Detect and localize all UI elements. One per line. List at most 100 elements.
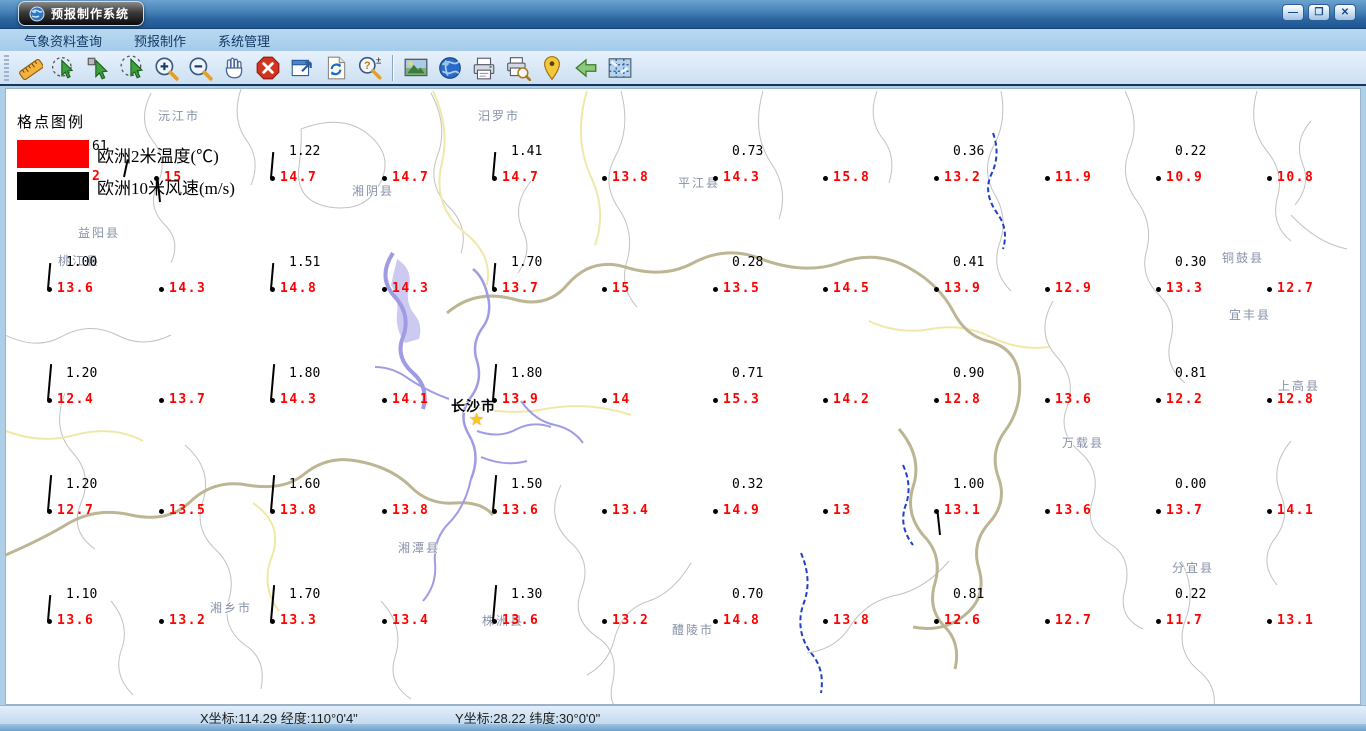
marker-icon: [544, 55, 560, 80]
image-tool-button[interactable]: [400, 53, 432, 83]
station-dot: [1267, 398, 1272, 403]
close-button[interactable]: ✕: [1334, 4, 1356, 21]
wind-speed-value: 0.81: [1175, 366, 1207, 381]
temperature-value: 13.3: [1166, 281, 1204, 296]
temperature-value: 13.6: [57, 613, 95, 628]
temperature-value: 14.7: [502, 170, 540, 185]
wind-speed-value: 0.00: [1175, 477, 1207, 492]
place-label: 铜鼓县: [1222, 251, 1265, 265]
minimize-button[interactable]: —: [1282, 4, 1304, 21]
refresh-tool-button[interactable]: [320, 53, 352, 83]
temperature-value: 13.8: [612, 170, 650, 185]
station-dot: [602, 509, 607, 514]
identify-tool-button[interactable]: ? ±: [354, 53, 386, 83]
station-dot: [602, 287, 607, 292]
legend-title: 格点图例: [17, 115, 86, 131]
temperature-value: 13.4: [392, 613, 430, 628]
app-tab[interactable]: 预报制作系统: [18, 1, 145, 26]
toolbar-grip[interactable]: [4, 54, 9, 81]
station-dot: [713, 398, 718, 403]
stop-tool-button[interactable]: [252, 53, 284, 83]
select-lasso-tool-button[interactable]: [116, 53, 148, 83]
window-controls: — ❐ ✕: [1282, 4, 1356, 21]
print-preview-icon: [507, 56, 531, 81]
legend-item-temperature: 欧洲2米温度(℃): [17, 140, 235, 168]
print-preview-tool-button[interactable]: [502, 53, 534, 83]
temperature-value: 12.8: [944, 392, 982, 407]
zoom-in-icon: [155, 56, 179, 81]
stop-icon: [256, 56, 280, 79]
pan-icon: [225, 57, 243, 78]
place-label: 湘潭县: [398, 541, 441, 555]
temperature-value: 15: [612, 281, 631, 296]
temperature-value: 14.1: [1277, 503, 1315, 518]
back-icon: [575, 57, 597, 78]
wind-speed-value: 1.20: [66, 366, 98, 381]
window-frame-bottom: [0, 724, 1366, 731]
station-dot: [1267, 287, 1272, 292]
temperature-value: 12.8: [1277, 392, 1315, 407]
back-tool-button[interactable]: [570, 53, 602, 83]
temperature-value: 14.3: [723, 170, 761, 185]
menu-item-0[interactable]: 气象资料查询: [8, 31, 118, 50]
globe-tool-button[interactable]: [434, 53, 466, 83]
legend-item-wind: 欧洲10米风速(m/s): [17, 172, 235, 200]
wind-speed-value: 0.36: [953, 144, 985, 159]
wind-speed-value: 1.80: [289, 366, 321, 381]
wind-speed-value: 0.70: [732, 587, 764, 602]
legend-label-wind: 欧洲10米风速(m/s): [97, 178, 235, 198]
identify-icon: ? ±: [358, 55, 382, 79]
statusbar: X坐标:114.29 经度:110°0'4" Y坐标:28.22 纬度:30°0…: [0, 705, 1366, 726]
station-dot: [1156, 509, 1161, 514]
titlebar: 预报制作系统 — ❐ ✕: [0, 0, 1366, 29]
grid-map-tool-button[interactable]: [604, 53, 636, 83]
temperature-value: 14.8: [723, 613, 761, 628]
legend-label-temperature: 欧洲2米温度(℃): [97, 146, 219, 166]
city-star-icon: ★: [469, 410, 485, 429]
ruler-tool-button[interactable]: [14, 53, 46, 83]
restore-button[interactable]: ❐: [1308, 4, 1330, 21]
select-area-tool-button[interactable]: [48, 53, 80, 83]
station-dot: [47, 398, 52, 403]
station-dot: [382, 509, 387, 514]
temperature-value: 11.9: [1055, 170, 1093, 185]
wind-speed-value: 0.32: [732, 477, 764, 492]
menu-item-2[interactable]: 系统管理: [202, 31, 286, 50]
window-export-tool-button[interactable]: [286, 53, 318, 83]
svg-text:±: ±: [376, 55, 382, 66]
wind-swatch: [17, 172, 89, 200]
place-label: 湘乡市: [210, 601, 253, 615]
place-label: 万载县: [1062, 436, 1105, 450]
station-dot: [934, 619, 939, 624]
restore-icon: ❐: [1314, 6, 1324, 18]
temperature-value: 13: [833, 503, 852, 518]
marker-tool-button[interactable]: [536, 53, 568, 83]
temperature-value: 13.8: [833, 613, 871, 628]
temperature-value: 12.9: [1055, 281, 1093, 296]
zoom-out-icon: [189, 56, 213, 81]
station-dot: [713, 509, 718, 514]
temperature-value: 14.3: [280, 392, 318, 407]
station-dot: [159, 509, 164, 514]
select-tool-button[interactable]: [82, 53, 114, 83]
temperature-value: 13.7: [1166, 503, 1204, 518]
wind-speed-value: 1.20: [66, 477, 98, 492]
pan-tool-button[interactable]: [218, 53, 250, 83]
select-area-icon: [51, 56, 74, 78]
map-viewport[interactable]: 沅江市 汨罗市 湘阴县 平江县 益阳县 桃江县 铜鼓县 宜丰县 上高县 万载县 湘潭县 湘乡市 株洲县醴…: [5, 88, 1361, 705]
menu-item-1[interactable]: 预报制作: [118, 31, 202, 50]
temperature-value: 13.2: [612, 613, 650, 628]
print-tool-button[interactable]: [468, 53, 500, 83]
place-label: 宜丰县: [1229, 308, 1272, 322]
wind-speed-value: 1.00: [66, 255, 98, 270]
station-dot: [823, 398, 828, 403]
temperature-value: 13.6: [502, 613, 540, 628]
globe-icon: [439, 56, 461, 79]
temperature-value: 13.9: [502, 392, 540, 407]
temperature-value: 12.4: [57, 392, 95, 407]
station-dot: [823, 509, 828, 514]
station-dot: [934, 176, 939, 181]
temperature-value: 13.4: [612, 503, 650, 518]
zoom-in-tool-button[interactable]: [150, 53, 182, 83]
zoom-out-tool-button[interactable]: [184, 53, 216, 83]
